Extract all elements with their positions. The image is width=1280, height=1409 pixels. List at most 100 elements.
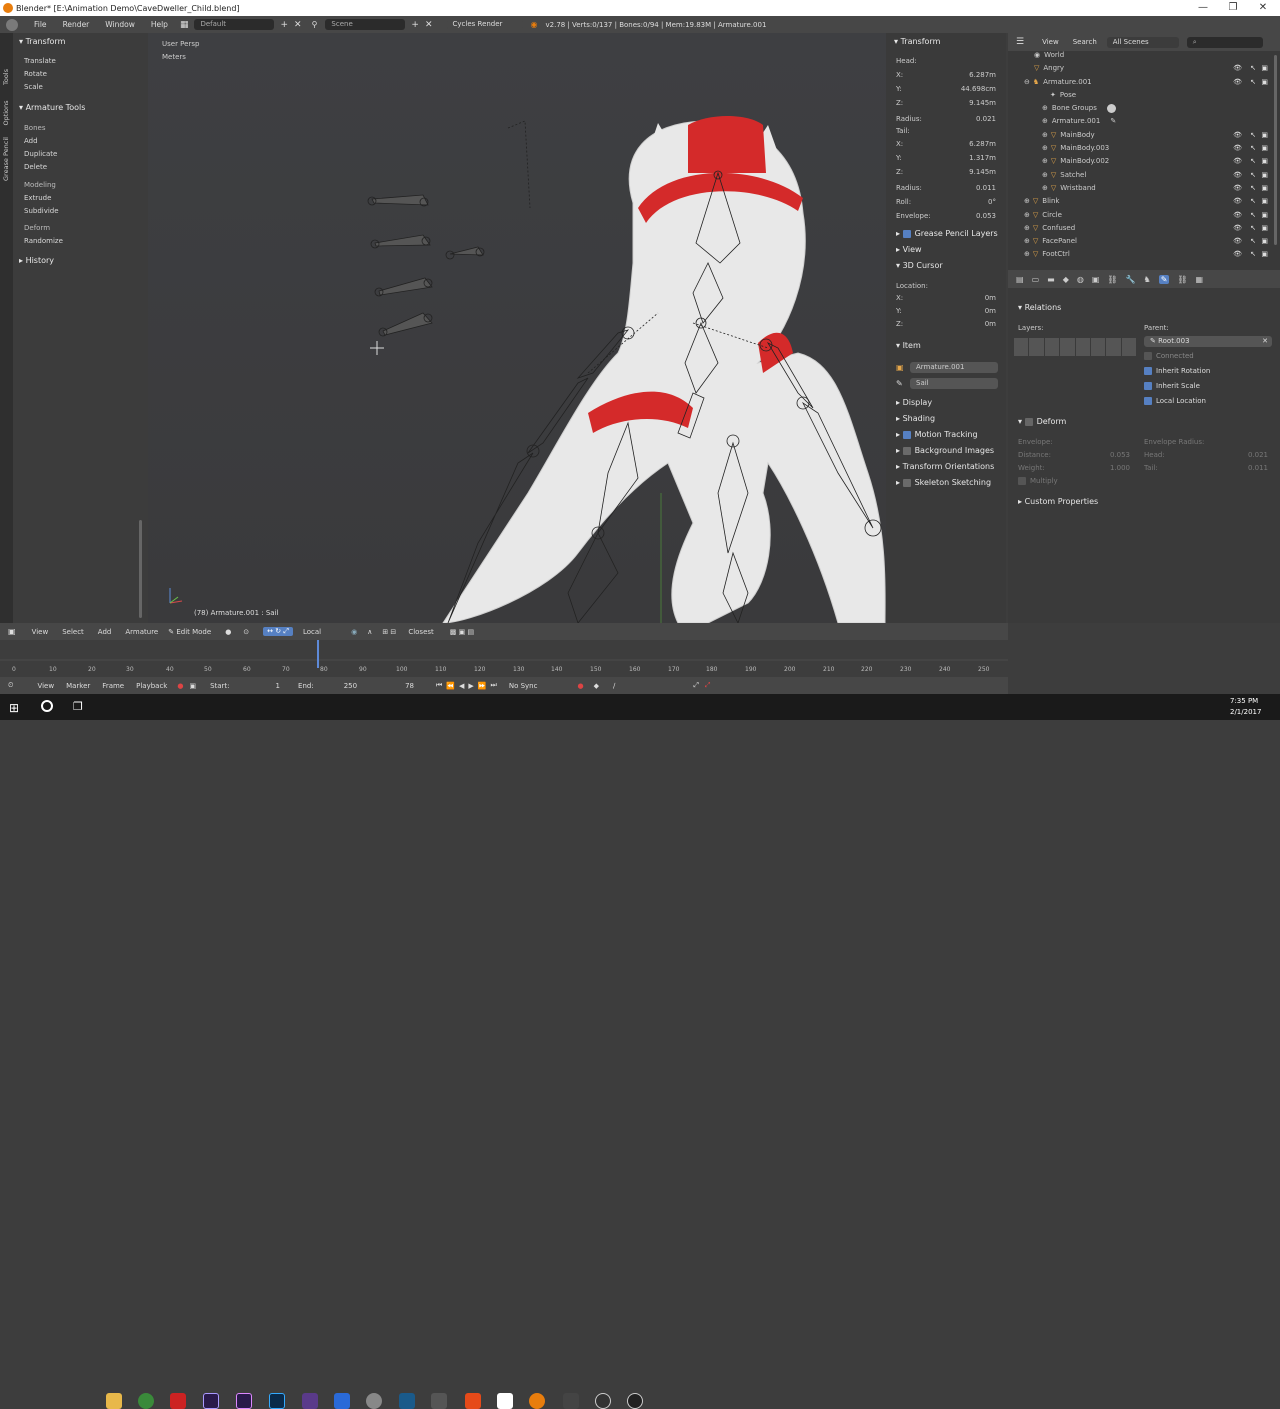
snap-element-icon[interactable]: ∧ <box>367 628 372 636</box>
keyframe-type-icon[interactable]: ∕ <box>613 682 615 690</box>
outliner-row[interactable]: ⊕ ▽ Blink 👁 ↖ ▣ <box>1008 195 1280 208</box>
render-camera-icon[interactable]: ▣ <box>1261 62 1268 75</box>
start-frame-field[interactable]: 1 <box>276 682 280 690</box>
outliner-row[interactable]: ◉ World <box>1008 49 1280 62</box>
render-camera-icon[interactable]: ▣ <box>1261 209 1268 222</box>
selectability-arrow-icon[interactable]: ↖ <box>1250 129 1256 142</box>
outliner-view-menu[interactable]: View <box>1042 38 1059 46</box>
render-engine-selector[interactable]: Cycles Render <box>446 19 523 30</box>
layout-icon[interactable]: ▦ <box>180 20 189 30</box>
visibility-eye-icon[interactable]: 👁 <box>1233 248 1242 261</box>
tab-grease-pencil[interactable]: Grease Pencil <box>2 131 10 187</box>
outliner-row[interactable]: ⊕ ▽ MainBody.002 👁 ↖ ▣ <box>1008 155 1280 168</box>
envelope-tail-field[interactable]: Tail: 0.011 <box>1144 461 1268 475</box>
history-panel-header[interactable]: ▸ History <box>19 256 54 265</box>
outliner-row[interactable]: ⊕ Armature.001 ✎ <box>1008 115 1280 128</box>
visual-studio-icon[interactable] <box>302 1393 318 1409</box>
shading-solid-icon[interactable]: ● <box>225 628 231 636</box>
pivot-point-icon[interactable]: ⊙ <box>243 628 249 636</box>
info-editor-icon[interactable] <box>6 18 18 31</box>
sync-mode-select[interactable]: No Sync <box>509 682 538 690</box>
menu-add[interactable]: Add <box>98 628 112 636</box>
render-camera-icon[interactable]: ▣ <box>1261 195 1268 208</box>
outliner-row[interactable]: ⊕ ▽ MainBody 👁 ↖ ▣ <box>1008 129 1280 142</box>
visibility-eye-icon[interactable]: 👁 <box>1233 235 1242 248</box>
extrude-button[interactable]: Extrude <box>13 192 148 205</box>
randomize-button[interactable]: Randomize <box>13 235 148 248</box>
render-camera-icon[interactable]: ▣ <box>1261 76 1268 89</box>
deform-header[interactable]: ▾ Deform <box>1012 414 1066 430</box>
outliner-row[interactable]: ⊕ ▽ Confused 👁 ↖ ▣ <box>1008 222 1280 235</box>
tail-x-field[interactable]: X: 6.287m <box>896 137 996 151</box>
item-object-field[interactable]: Armature.001 <box>910 362 998 373</box>
visibility-eye-icon[interactable]: 👁 <box>1233 209 1242 222</box>
skeleton-sketching-checkbox[interactable] <box>902 478 911 487</box>
play-icon[interactable]: ▶ <box>468 682 473 690</box>
translate-button[interactable]: Translate <box>13 55 148 68</box>
next-keyframe-icon[interactable]: ⏩ <box>478 682 487 690</box>
selectability-arrow-icon[interactable]: ↖ <box>1250 182 1256 195</box>
display-panel-header[interactable]: ▸ Display <box>890 395 932 411</box>
orientation-selector[interactable]: Local <box>303 628 321 636</box>
end-frame-field[interactable]: 250 <box>344 682 357 690</box>
outliner-row[interactable]: ⊕ ▽ Wristband 👁 ↖ ▣ <box>1008 182 1280 195</box>
rotate-button[interactable]: Rotate <box>13 68 148 81</box>
current-frame-field[interactable]: 78 <box>405 682 414 690</box>
timeline-menu-marker[interactable]: Marker <box>60 682 96 690</box>
outliner-row[interactable]: ✦ Pose <box>1008 89 1280 102</box>
outliner-row[interactable]: ⊕ ▽ MainBody.003 👁 ↖ ▣ <box>1008 142 1280 155</box>
grease-pencil-layers-header[interactable]: ▸ Grease Pencil Layers <box>890 226 998 242</box>
outliner-row[interactable]: ⊕ Bone Groups <box>1008 102 1280 115</box>
bone-constraints-tab-icon[interactable]: ⛓ <box>1177 275 1187 284</box>
scene-icon[interactable]: ⚲ <box>312 20 318 29</box>
menu-render[interactable]: Render <box>55 20 98 29</box>
vivaldi-icon[interactable] <box>465 1393 481 1409</box>
shading-panel-header[interactable]: ▸ Shading <box>890 411 935 427</box>
visibility-eye-icon[interactable]: 👁 <box>1233 76 1242 89</box>
selectability-arrow-icon[interactable]: ↖ <box>1250 195 1256 208</box>
minimize-button[interactable]: — <box>1186 0 1220 16</box>
envelope-field[interactable]: Envelope: 0.053 <box>896 209 996 223</box>
tail-radius-field[interactable]: Radius: 0.011 <box>896 181 996 195</box>
app-dark-icon[interactable] <box>563 1393 579 1409</box>
outliner-scrollbar[interactable] <box>1274 55 1277 245</box>
scene-tab-icon[interactable]: ◆ <box>1063 275 1069 284</box>
inherit-scale-checkbox[interactable]: Inherit Scale <box>1144 382 1200 390</box>
delete-keyframe-icon[interactable]: ⤢ <box>705 681 711 690</box>
bone-layers-grid[interactable] <box>1014 338 1136 356</box>
transform-panel-header[interactable]: ▾ Transform <box>19 37 65 46</box>
tab-options[interactable]: Options <box>2 95 10 131</box>
snap-target-selector[interactable]: Closest <box>408 628 433 636</box>
local-location-checkbox[interactable]: Local Location <box>1144 397 1206 405</box>
app-gray-icon[interactable] <box>366 1393 382 1409</box>
prev-keyframe-icon[interactable]: ⏪ <box>446 682 455 690</box>
custom-properties-header[interactable]: ▸ Custom Properties <box>1012 494 1098 510</box>
jump-end-icon[interactable]: ⏭ <box>491 681 497 690</box>
manipulator-buttons[interactable]: ↔ ↻ ⤢ <box>263 627 293 636</box>
menu-select[interactable]: Select <box>62 628 84 636</box>
cursor-panel-header[interactable]: ▾ 3D Cursor <box>890 258 943 274</box>
parent-field[interactable]: ✎ Root.003 ✕ <box>1144 336 1272 347</box>
duplicate-button[interactable]: Duplicate <box>13 148 148 161</box>
motion-tracking-header[interactable]: ▸ Motion Tracking <box>890 427 978 443</box>
timeline-menu-view[interactable]: View <box>31 682 60 690</box>
constraints-tab-icon[interactable]: ⛓ <box>1107 275 1117 284</box>
add-bone-button[interactable]: Add <box>13 135 148 148</box>
visibility-eye-icon[interactable]: 👁 <box>1233 62 1242 75</box>
outliner-row[interactable]: ▽ Angry 👁 ↖ ▣ <box>1008 62 1280 75</box>
visibility-eye-icon[interactable]: 👁 <box>1233 169 1242 182</box>
cursor-z-field[interactable]: Z: 0m <box>896 318 996 331</box>
mode-selector[interactable]: ✎ Edit Mode <box>168 628 211 636</box>
render-camera-icon[interactable]: ▣ <box>1261 248 1268 261</box>
modifiers-tab-icon[interactable]: 🔧 <box>1126 275 1136 284</box>
file-explorer-icon[interactable] <box>106 1393 122 1409</box>
texture-tab-icon[interactable]: ▦ <box>1196 275 1204 284</box>
add-layout-icon[interactable]: + <box>280 20 288 30</box>
item-bone-field[interactable]: Sail <box>910 378 998 389</box>
preview-range-icon[interactable]: ▣ <box>189 682 196 690</box>
selectability-arrow-icon[interactable]: ↖ <box>1250 142 1256 155</box>
subdivide-button[interactable]: Subdivide <box>13 205 148 218</box>
maximize-button[interactable]: ❐ <box>1216 0 1250 16</box>
relations-header[interactable]: ▾ Relations <box>1012 300 1061 316</box>
head-y-field[interactable]: Y: 44.698cm <box>896 82 996 96</box>
